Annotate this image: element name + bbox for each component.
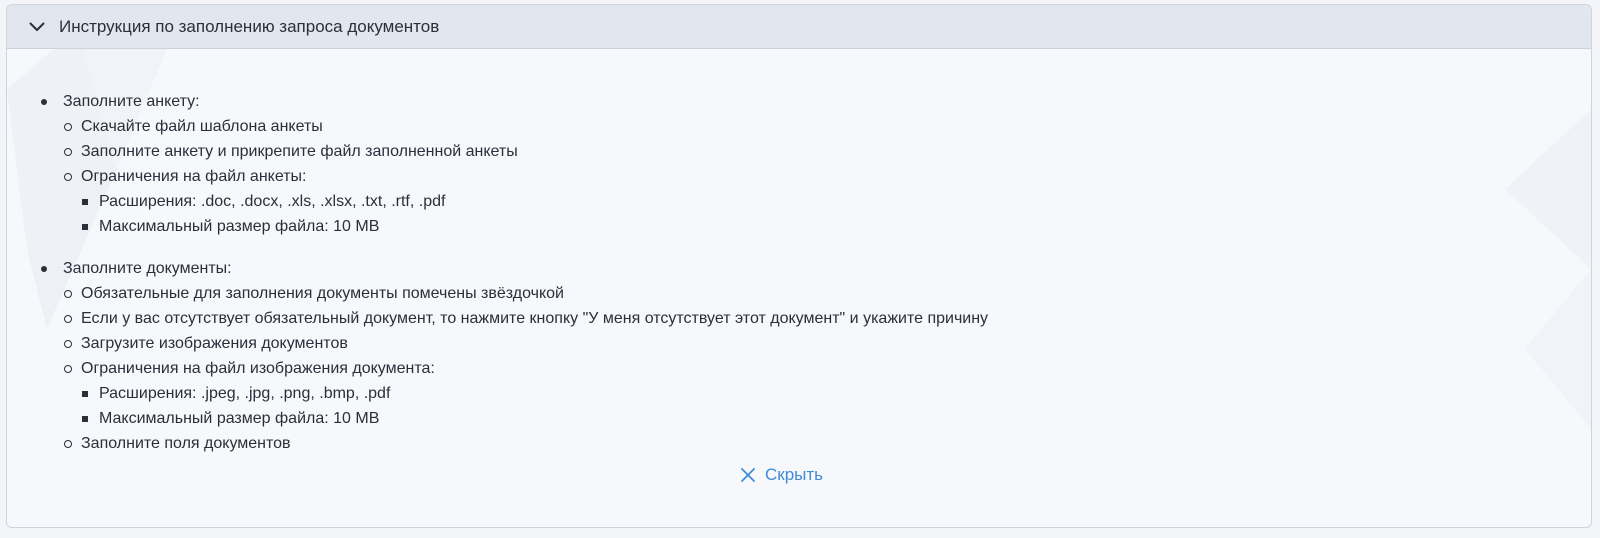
restriction-item: Расширения: .jpeg, .jpg, .png, .bmp, .pd… — [81, 381, 1591, 406]
panel-header[interactable]: Инструкция по заполнению запроса докумен… — [7, 5, 1591, 49]
step-item: Заполните анкету и прикрепите файл запол… — [63, 139, 1591, 164]
restriction-list: Расширения: .jpeg, .jpg, .png, .bmp, .pd… — [81, 381, 1591, 431]
chevron-down-icon[interactable] — [27, 17, 47, 37]
section-label: Заполните анкету: — [63, 93, 200, 110]
step-item: Загрузите изображения документов — [63, 331, 1591, 356]
step-item: Скачайте файл шаблона анкеты — [63, 114, 1591, 139]
restriction-item: Максимальный размер файла: 10 MB — [81, 214, 1591, 239]
step-item: Обязательные для заполнения документы по… — [63, 281, 1591, 306]
section-fill-questionnaire: Заполните анкету: Скачайте файл шаблона … — [37, 89, 1591, 239]
restriction-item: Максимальный размер файла: 10 MB — [81, 406, 1591, 431]
section-label: Заполните документы: — [63, 260, 232, 277]
step-item: Ограничения на файл анкеты: Расширения: … — [63, 164, 1591, 239]
step-item: Ограничения на файл изображения документ… — [63, 356, 1591, 431]
step-label: Загрузите изображения документов — [81, 335, 348, 352]
step-label: Заполните поля документов — [81, 435, 291, 452]
step-label: Ограничения на файл анкеты: — [81, 168, 307, 185]
step-label: Ограничения на файл изображения документ… — [81, 360, 435, 377]
step-label: Если у вас отсутствует обязательный доку… — [81, 310, 989, 327]
instructions-list: Заполните анкету: Скачайте файл шаблона … — [37, 89, 1591, 456]
section-fill-documents: Заполните документы: Обязательные для за… — [37, 256, 1591, 456]
close-icon — [739, 466, 757, 484]
panel-title: Инструкция по заполнению запроса докумен… — [59, 16, 440, 36]
step-list: Обязательные для заполнения документы по… — [63, 281, 1591, 456]
step-item: Если у вас отсутствует обязательный доку… — [63, 306, 1591, 331]
step-label: Заполните анкету и прикрепите файл запол… — [81, 143, 518, 160]
instructions-content: Заполните анкету: Скачайте файл шаблона … — [7, 49, 1591, 456]
restriction-list: Расширения: .doc, .docx, .xls, .xlsx, .t… — [81, 189, 1591, 239]
step-label: Обязательные для заполнения документы по… — [81, 285, 564, 302]
step-label: Скачайте файл шаблона анкеты — [81, 118, 323, 135]
restriction-item: Расширения: .doc, .docx, .xls, .xlsx, .t… — [81, 189, 1591, 214]
instructions-panel: Инструкция по заполнению запроса докумен… — [6, 4, 1592, 528]
hide-label: Скрыть — [765, 465, 824, 484]
step-list: Скачайте файл шаблона анкеты Заполните а… — [63, 114, 1591, 239]
step-item: Заполните поля документов — [63, 431, 1591, 456]
hide-button[interactable]: Скрыть — [739, 465, 823, 485]
